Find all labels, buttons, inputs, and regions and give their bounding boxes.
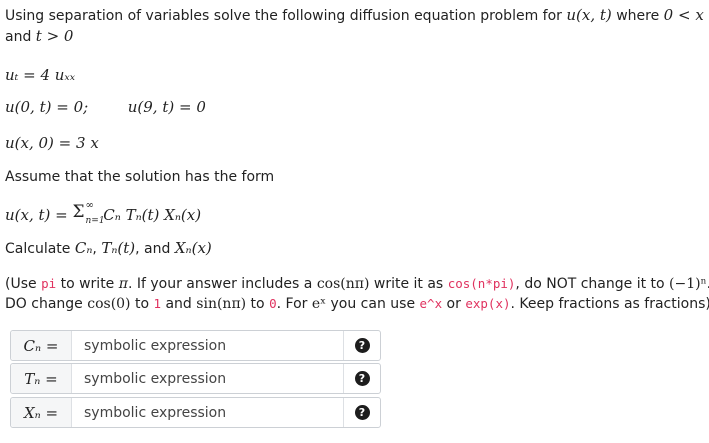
hint-text: . Keep fractions as fractions) [510, 296, 709, 312]
answer-input-t[interactable] [72, 364, 343, 393]
intro-and: and [5, 29, 36, 45]
hint-line-1: (Use pi to write π. If your answer inclu… [5, 275, 709, 293]
initial-condition: u(x, 0) = 3 x [5, 134, 99, 152]
hint-code: pi [41, 276, 57, 291]
hint-text: DO change [5, 296, 88, 312]
hint-math: eˣ [311, 296, 327, 312]
hint-code: cos(n*pi) [447, 276, 516, 291]
intro-func: u(x, t) [566, 6, 612, 24]
pde-equation: uₜ = 4 uₓₓ [5, 66, 76, 84]
sum-symbol: Σ ∞ n=1 [73, 200, 105, 226]
hint-line-2: DO change cos(0) to 1 and sin(nπ) to 0. … [5, 295, 709, 313]
help-button-c[interactable]: ? [343, 331, 380, 360]
hint-math: sin(nπ) [196, 296, 247, 312]
hint-code: e^x [419, 296, 443, 311]
answer-label-c: Cₙ = [11, 331, 72, 360]
solution-rhs: Cₙ Tₙ(t) Xₙ(x) [98, 206, 202, 224]
hint-text: (Use [5, 276, 42, 292]
answer-field-x: Xₙ = ? [10, 397, 381, 428]
intro-text: Using separation of variables solve the … [5, 8, 567, 24]
boundary-condition-left: u(0, t) = 0; [5, 98, 89, 116]
hint-text: . For [276, 296, 312, 312]
hint-text: , do NOT change it to [515, 276, 670, 292]
answer-input-x[interactable] [72, 398, 343, 427]
answer-field-c: Cₙ = ? [10, 330, 381, 361]
boundary-conditions: u(0, t) = 0; u(9, t) = 0 [5, 98, 206, 116]
problem-intro: Using separation of variables solve the … [5, 6, 709, 25]
calc-comma: , [92, 241, 102, 257]
solution-form: u(x, t) = Σ ∞ n=1 Cₙ Tₙ(t) Xₙ(x) [5, 200, 202, 226]
hint-code: 1 [153, 296, 162, 311]
hint-text: to [246, 296, 270, 312]
answer-field-t: Tₙ = ? [10, 363, 381, 394]
hint-text: to [130, 296, 154, 312]
help-button-x[interactable]: ? [343, 398, 380, 427]
assume-text: Assume that the solution has the form [5, 169, 275, 185]
hint-math: cos(nπ) [316, 276, 370, 292]
hint-math: π [118, 276, 128, 292]
sum-lower: n=1 [85, 216, 105, 226]
hint-text: or [442, 296, 466, 312]
answer-label-x: Xₙ = [11, 398, 72, 427]
question-circle-icon[interactable]: ? [354, 371, 370, 386]
question-circle-icon[interactable]: ? [354, 405, 370, 420]
hint-text: to write [56, 276, 119, 292]
calc-x: Xₙ(x) [174, 239, 212, 257]
calculate-text: Calculate Cₙ, Tₙ(t), and Xₙ(x) [5, 239, 212, 258]
hint-math: (−1)ⁿ [669, 276, 707, 292]
calculate-prefix: Calculate [5, 241, 75, 257]
solution-lhs: u(x, t) = [5, 206, 73, 224]
calc-t: Tₙ(t) [101, 239, 136, 257]
intro-where: where [611, 8, 664, 24]
answer-input-c[interactable] [72, 331, 343, 360]
hint-code: exp(x) [465, 296, 511, 311]
intro-cond-x: 0 < x < 9 [663, 6, 709, 24]
calc-c: Cₙ [74, 239, 93, 257]
calc-and: , and [135, 241, 175, 257]
hint-math: cos(0) [87, 296, 131, 312]
hint-text: and [161, 296, 197, 312]
hint-code: 0 [269, 296, 277, 311]
hint-text: you can use [326, 296, 420, 312]
problem-intro-line2: and t > 0 [5, 27, 73, 46]
intro-cond-t: t > 0 [35, 27, 74, 45]
boundary-condition-right: u(9, t) = 0 [127, 98, 206, 116]
answer-label-t: Tₙ = [11, 364, 72, 393]
help-button-t[interactable]: ? [343, 364, 380, 393]
question-circle-icon[interactable]: ? [354, 338, 370, 353]
hint-text: . If your answer includes a [127, 276, 317, 292]
hint-text: write it as [369, 276, 448, 292]
